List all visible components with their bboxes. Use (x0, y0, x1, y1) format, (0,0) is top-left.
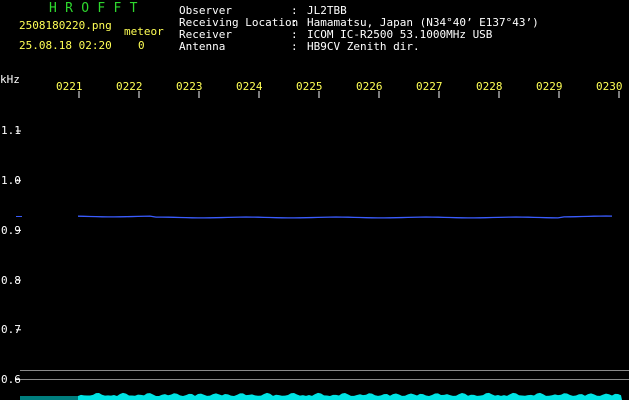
time-tick-marks (78, 91, 620, 98)
noise-floor-band (20, 392, 622, 400)
carrier-trace (16, 215, 613, 219)
spectrogram-plot (16, 91, 629, 400)
noise-floor-left (20, 396, 78, 400)
noise-floor-main (78, 392, 622, 400)
hrofft-screen: HROFFT 2508180220.png 25.08.18 02:20 met… (0, 0, 629, 400)
freq-tick-marks (16, 130, 21, 380)
reference-lines (20, 370, 629, 380)
carrier-line (77, 215, 613, 219)
